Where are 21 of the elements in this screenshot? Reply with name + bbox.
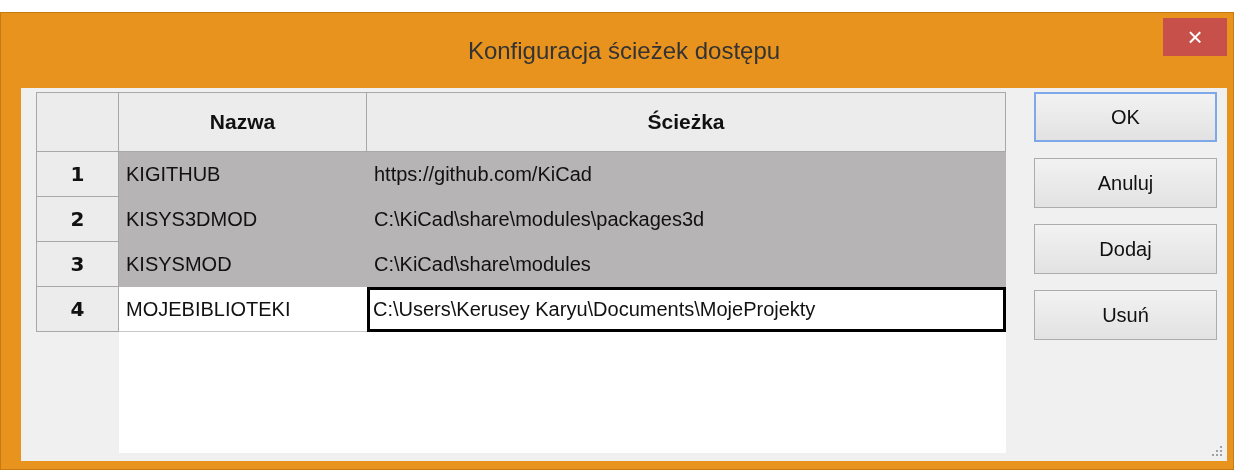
column-header[interactable]: Ścieżka bbox=[367, 92, 1006, 152]
window-title: Konfiguracja ścieżek dostępu bbox=[467, 36, 781, 65]
row-header[interactable]: 1 bbox=[36, 152, 119, 197]
resize-grip-icon[interactable] bbox=[1211, 445, 1223, 457]
column-header[interactable]: Nazwa bbox=[119, 92, 367, 152]
dialog-button[interactable]: OK bbox=[1034, 92, 1217, 142]
dialog-button[interactable]: Usuń bbox=[1034, 290, 1217, 340]
table-cell: KISYSMOD bbox=[119, 242, 367, 287]
row-header[interactable]: 4 bbox=[36, 287, 119, 332]
dialog-button[interactable]: Anuluj bbox=[1034, 158, 1217, 208]
cell-editor[interactable]: C:\Users\Kerusey Karyu\Documents\MojeProjekty bbox=[367, 287, 1006, 332]
table-cell: https://github.com/KiCad bbox=[367, 152, 1006, 197]
table-cell: KISYS3DMOD bbox=[119, 197, 367, 242]
table-cell: MOJEBIBLIOTEKI bbox=[119, 287, 367, 332]
row-header[interactable]: 2 bbox=[36, 197, 119, 242]
dialog-button[interactable]: Dodaj bbox=[1034, 224, 1217, 274]
table-cell: C:\KiCad\share\modules\packages3d bbox=[367, 197, 1006, 242]
table-cell: KIGITHUB bbox=[119, 152, 367, 197]
close-button[interactable]: × bbox=[1163, 18, 1227, 56]
table-cell: C:\KiCad\share\modules bbox=[367, 242, 1006, 287]
row-header[interactable]: 3 bbox=[36, 242, 119, 287]
